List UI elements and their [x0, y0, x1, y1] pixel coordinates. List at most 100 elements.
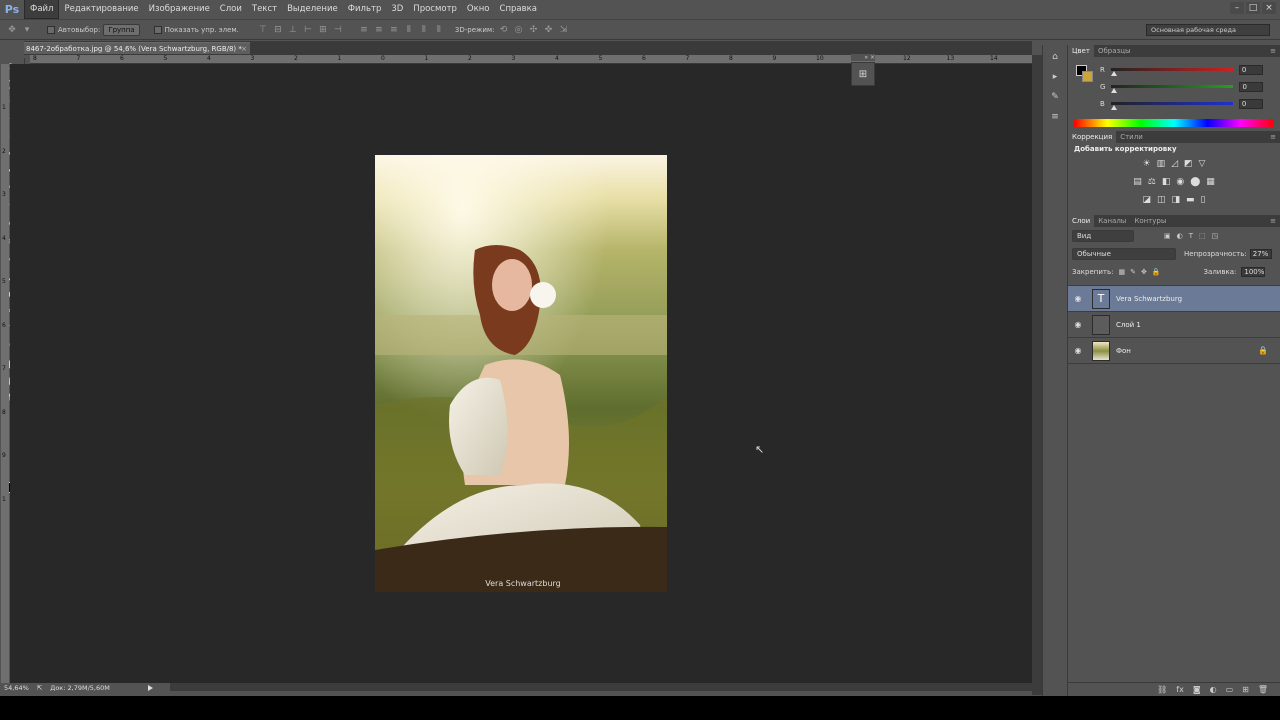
tab-color[interactable]: Цвет — [1068, 45, 1094, 57]
new-layer-icon[interactable]: ⊞ — [1242, 685, 1249, 694]
tab-adjustments[interactable]: Коррекция — [1068, 131, 1117, 143]
filter-pixel-icon[interactable]: ▣ — [1164, 232, 1171, 240]
menu-window[interactable]: Окно — [462, 0, 495, 18]
visibility-eye-icon[interactable]: ◉ — [1068, 320, 1088, 329]
posterize-icon[interactable]: ◫ — [1157, 195, 1166, 205]
invert-icon[interactable]: ◪ — [1142, 195, 1151, 205]
align-right-icon[interactable]: ⊣ — [332, 24, 344, 36]
move-tool-preset-icon[interactable]: ✥ — [6, 24, 18, 36]
menu-layers[interactable]: Слои — [215, 0, 247, 18]
menu-view[interactable]: Просмотр — [408, 0, 462, 18]
3d-rotate-icon[interactable]: ⟲ — [498, 24, 510, 36]
channel-r-value[interactable]: 0 — [1238, 64, 1263, 75]
history-panel-icon[interactable]: ⌂ — [1043, 49, 1067, 65]
channel-r-slider[interactable] — [1110, 68, 1233, 76]
add-mask-icon[interactable]: ◙ — [1193, 685, 1201, 694]
brush-panel-icon[interactable]: ✎ — [1043, 89, 1067, 105]
distribute-top-icon[interactable]: ≡ — [358, 24, 370, 36]
visibility-eye-icon[interactable]: ◉ — [1068, 346, 1088, 355]
layer-kind-filter[interactable]: Вид — [1072, 230, 1134, 242]
brightness-icon[interactable]: ☀ — [1143, 159, 1151, 169]
threshold-icon[interactable]: ◨ — [1172, 195, 1181, 205]
channel-g-value[interactable]: 0 — [1239, 81, 1264, 92]
menu-select[interactable]: Выделение — [282, 0, 343, 18]
filter-type-icon[interactable]: T — [1189, 232, 1193, 240]
distribute-left-icon[interactable]: ⦀ — [403, 24, 415, 36]
vertical-scrollbar[interactable] — [1032, 55, 1042, 695]
distribute-vcenter-icon[interactable]: ≡ — [373, 24, 385, 36]
new-group-icon[interactable]: ▭ — [1226, 685, 1234, 694]
tab-swatches[interactable]: Образцы — [1094, 45, 1135, 57]
blend-mode-dropdown[interactable]: Обычные — [1072, 248, 1176, 260]
color-lookup-icon[interactable]: ▦ — [1206, 177, 1215, 187]
align-top-icon[interactable]: ⊤ — [257, 24, 269, 36]
align-bottom-icon[interactable]: ⊥ — [287, 24, 299, 36]
minimize-button[interactable]: – — [1230, 2, 1244, 14]
layer-row-text[interactable]: ◉ T Vera Schwartzburg — [1068, 286, 1280, 312]
align-vcenter-icon[interactable]: ⊟ — [272, 24, 284, 36]
distribute-right-icon[interactable]: ⦀ — [433, 24, 445, 36]
align-hcenter-icon[interactable]: ⊞ — [317, 24, 329, 36]
properties-panel-icon[interactable]: ≡ — [1043, 109, 1067, 125]
channel-b-slider[interactable] — [1110, 102, 1233, 110]
document-image[interactable]: Vera Schwartzburg — [375, 155, 667, 592]
fill-value[interactable]: 100% — [1241, 267, 1266, 277]
autoselect-dropdown[interactable]: Группа — [103, 23, 140, 36]
color-spectrum[interactable] — [1074, 119, 1274, 127]
opacity-value[interactable]: 27% — [1249, 249, 1272, 259]
channel-g-slider[interactable] — [1111, 85, 1234, 93]
new-adjustment-icon[interactable]: ◐ — [1210, 685, 1217, 694]
curves-icon[interactable]: ◿ — [1171, 159, 1178, 169]
status-export-icon[interactable]: ⇱ — [37, 684, 42, 692]
menu-edit[interactable]: Редактирование — [59, 0, 143, 18]
menu-image[interactable]: Изображение — [144, 0, 215, 18]
autoselect-checkbox[interactable] — [47, 25, 55, 34]
status-menu-icon[interactable] — [147, 685, 153, 691]
tab-styles[interactable]: Стили — [1116, 131, 1147, 143]
tab-layers[interactable]: Слои — [1068, 215, 1095, 227]
color-balance-icon[interactable]: ⚖ — [1148, 177, 1156, 187]
photo-filter-icon[interactable]: ◉ — [1176, 177, 1184, 187]
properties-float-icon[interactable]: ⊞ — [851, 62, 875, 86]
bw-icon[interactable]: ◧ — [1162, 177, 1171, 187]
lock-position-icon[interactable]: ✥ — [1141, 268, 1147, 276]
gradient-map-icon[interactable]: ▬ — [1186, 195, 1195, 205]
zoom-level[interactable]: 54,64% — [4, 684, 29, 692]
menu-type[interactable]: Текст — [247, 0, 282, 18]
3d-drag-icon[interactable]: ✣ — [528, 24, 540, 36]
close-tab-icon[interactable]: × — [241, 43, 247, 55]
trash-icon[interactable]: 🗑 — [1258, 685, 1268, 694]
visibility-eye-icon[interactable]: ◉ — [1068, 294, 1088, 303]
maximize-button[interactable]: □ — [1246, 2, 1260, 14]
tab-paths[interactable]: Контуры — [1130, 215, 1170, 227]
color-bg-swatch[interactable] — [1082, 71, 1093, 82]
close-button[interactable]: × — [1262, 2, 1276, 14]
link-layers-icon[interactable]: ⛓ — [1157, 685, 1167, 694]
levels-icon[interactable]: ▥ — [1157, 159, 1166, 169]
exposure-icon[interactable]: ◩ — [1184, 159, 1193, 169]
3d-scale-icon[interactable]: ⇲ — [558, 24, 570, 36]
lock-all-icon[interactable]: 🔒 — [1152, 268, 1161, 276]
menu-help[interactable]: Справка — [495, 0, 542, 18]
align-left-icon[interactable]: ⊢ — [302, 24, 314, 36]
filter-shape-icon[interactable]: ⬚ — [1199, 232, 1206, 240]
lock-transparent-icon[interactable]: ▦ — [1118, 268, 1125, 276]
panel-menu-icon[interactable]: ≡ — [1270, 131, 1276, 143]
panel-menu-icon[interactable]: ≡ — [1270, 45, 1276, 57]
distribute-bottom-icon[interactable]: ≡ — [388, 24, 400, 36]
menu-3d[interactable]: 3D — [386, 0, 408, 18]
show-transform-controls-checkbox[interactable] — [153, 25, 162, 34]
menu-file[interactable]: Файл — [24, 0, 60, 19]
document-tab[interactable]: 8467-2обработка.jpg @ 54,6% (Vera Schwar… — [24, 42, 250, 54]
filter-smart-icon[interactable]: ◳ — [1212, 232, 1219, 240]
panel-menu-icon[interactable]: ≡ — [1270, 215, 1276, 227]
3d-roll-icon[interactable]: ◎ — [513, 24, 525, 36]
horizontal-scrollbar[interactable] — [170, 683, 1032, 691]
tab-channels[interactable]: Каналы — [1094, 215, 1130, 227]
channel-b-value[interactable]: 0 — [1238, 98, 1263, 109]
filter-adjust-icon[interactable]: ◐ — [1177, 232, 1183, 240]
actions-panel-icon[interactable]: ▸ — [1043, 69, 1067, 85]
menu-filter[interactable]: Фильтр — [343, 0, 387, 18]
chevron-down-icon[interactable]: ▾ — [21, 24, 33, 36]
workspace-switcher[interactable]: Основная рабочая среда — [1146, 24, 1270, 36]
